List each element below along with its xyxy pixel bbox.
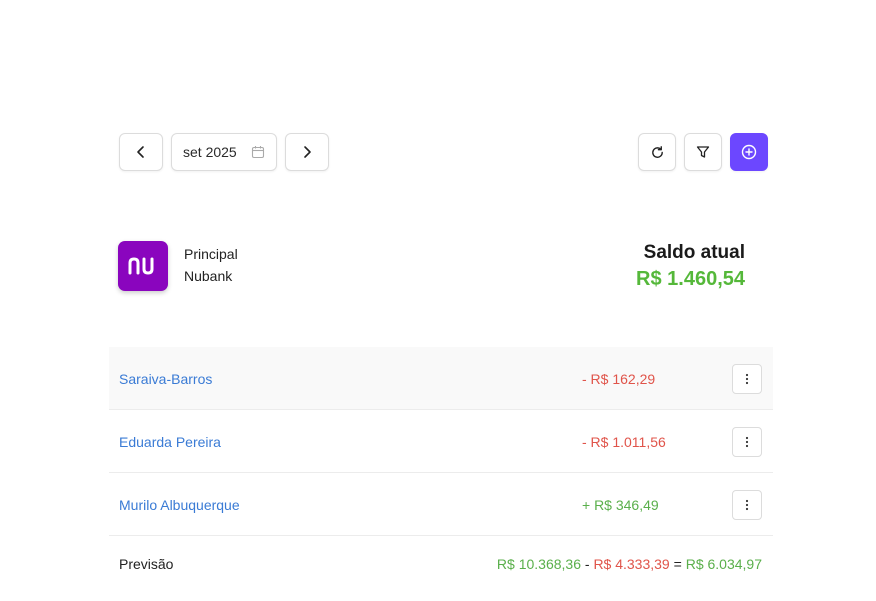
forecast-result: R$ 6.034,97 xyxy=(685,556,762,572)
add-transaction-button[interactable] xyxy=(730,133,768,171)
row-menu-button[interactable] xyxy=(732,490,762,520)
chevron-right-icon xyxy=(304,146,311,158)
filter-button[interactable] xyxy=(684,133,722,171)
month-picker[interactable]: set 2025 xyxy=(171,133,277,171)
nubank-logo xyxy=(118,241,168,291)
balance-value: R$ 1.460,54 xyxy=(636,268,745,290)
next-month-button[interactable] xyxy=(285,133,329,171)
transaction-amount: - R$ 1.011,56 xyxy=(582,434,666,450)
balance-label: Saldo atual xyxy=(643,242,745,263)
table-row: Saraiva-Barros - R$ 162,29 xyxy=(109,347,773,410)
row-menu-button[interactable] xyxy=(732,364,762,394)
transactions-table: Saraiva-Barros - R$ 162,29 Eduarda Perei… xyxy=(109,347,773,592)
nubank-logo-mark xyxy=(128,257,154,275)
row-menu-button[interactable] xyxy=(732,427,762,457)
account-bank: Nubank xyxy=(184,268,233,284)
forecast-calculation: R$ 10.368,36 - R$ 4.333,39 = R$ 6.034,97 xyxy=(497,556,762,572)
forecast-minus-sign: - xyxy=(584,556,590,572)
transaction-name[interactable]: Saraiva-Barros xyxy=(119,371,212,387)
table-row: Eduarda Pereira - R$ 1.011,56 xyxy=(109,410,773,473)
forecast-equals-sign: = xyxy=(673,556,682,572)
plus-circle-icon xyxy=(741,144,757,160)
filter-icon xyxy=(696,146,710,158)
transaction-amount: - R$ 162,29 xyxy=(582,371,656,387)
forecast-row: Previsão R$ 10.368,36 - R$ 4.333,39 = R$… xyxy=(109,536,773,592)
refresh-button[interactable] xyxy=(638,133,676,171)
forecast-income: R$ 10.368,36 xyxy=(496,556,581,572)
month-label: set 2025 xyxy=(183,144,237,160)
more-vertical-icon xyxy=(745,436,749,448)
more-vertical-icon xyxy=(745,373,749,385)
transaction-amount: + R$ 346,49 xyxy=(582,497,659,513)
forecast-label: Previsão xyxy=(119,556,174,572)
more-vertical-icon xyxy=(745,499,749,511)
calendar-icon xyxy=(251,146,265,159)
transaction-name[interactable]: Murilo Albuquerque xyxy=(119,497,240,513)
refresh-icon xyxy=(651,145,663,158)
forecast-expense: R$ 4.333,39 xyxy=(593,556,670,572)
table-row: Murilo Albuquerque + R$ 346,49 xyxy=(109,473,773,536)
transaction-name[interactable]: Eduarda Pereira xyxy=(119,434,221,450)
previous-month-button[interactable] xyxy=(119,133,163,171)
account-name: Principal xyxy=(184,246,238,262)
chevron-left-icon xyxy=(137,146,144,158)
